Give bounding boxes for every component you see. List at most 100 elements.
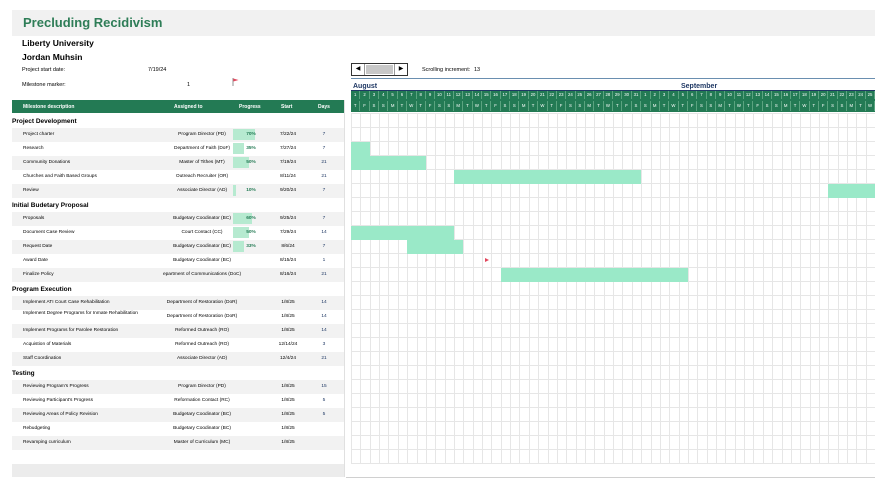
day-letter: S	[838, 101, 848, 111]
grid-column-line	[444, 113, 446, 463]
grid-column-line	[547, 113, 549, 463]
milestone-description[interactable]: Rebudgeting	[23, 426, 50, 432]
milestone-description[interactable]: Award Date	[23, 258, 48, 264]
start-date[interactable]: 8/6/24	[273, 244, 303, 250]
timeline-scrollbar[interactable]: ◀ ▶	[351, 63, 408, 76]
duration-days[interactable]: 21	[314, 160, 334, 166]
start-date[interactable]: 1/8/25	[273, 398, 303, 404]
assigned-to[interactable]: Reformed Outreach (RO)	[142, 342, 262, 348]
start-date[interactable]: 7/22/24	[273, 132, 303, 138]
progress-value[interactable]: 33%	[237, 244, 265, 250]
day-letter: F	[622, 101, 632, 111]
duration-days[interactable]: 14	[314, 328, 334, 334]
start-date[interactable]: 12/14/24	[273, 342, 303, 348]
duration-days[interactable]: 3	[314, 342, 334, 348]
assigned-to[interactable]: Department of Restoration (DoR)	[142, 314, 262, 320]
milestone-description[interactable]: Request Date	[23, 244, 52, 250]
start-date[interactable]: 7/29/24	[273, 230, 303, 236]
day-number: 3	[660, 91, 670, 99]
duration-days[interactable]: 15	[314, 384, 334, 390]
grid-column-line	[781, 113, 783, 463]
day-number: 22	[838, 91, 848, 99]
assigned-to[interactable]: Associate Director (AD)	[142, 356, 262, 362]
milestone-description[interactable]: Reviewing Participant's Progress	[23, 398, 93, 404]
assigned-to[interactable]: Reformed Outreach (RO)	[142, 328, 262, 334]
scrolling-increment-value[interactable]: 13	[474, 67, 480, 73]
duration-days[interactable]: 21	[314, 272, 334, 278]
page-title: Precluding Recidivism	[23, 15, 163, 30]
start-date[interactable]: 8/16/24	[273, 272, 303, 278]
start-date[interactable]: 7/19/24	[273, 160, 303, 166]
milestone-description[interactable]: Staff Coordination	[23, 356, 61, 362]
milestone-description[interactable]: Acquistion of Materials	[23, 342, 71, 348]
start-date[interactable]: 8/11/24	[273, 174, 303, 180]
milestone-description[interactable]: Research	[23, 146, 44, 152]
milestone-description[interactable]: Review	[23, 188, 39, 194]
milestone-description[interactable]: Proposals	[23, 216, 44, 222]
progress-value[interactable]: 70%	[237, 132, 265, 138]
milestone-description[interactable]: Implement Degree Programs for Inmate Reh…	[23, 311, 138, 317]
duration-days[interactable]: 7	[314, 216, 334, 222]
duration-days[interactable]: 14	[314, 314, 334, 320]
duration-days[interactable]: 5	[314, 412, 334, 418]
progress-value[interactable]: 60%	[237, 216, 265, 222]
start-date[interactable]: 1/8/25	[273, 384, 303, 390]
progress-value[interactable]: 50%	[237, 230, 265, 236]
duration-days[interactable]: 14	[314, 300, 334, 306]
start-date[interactable]: 1/8/25	[273, 426, 303, 432]
duration-days[interactable]: 1	[314, 258, 334, 264]
day-number: 12	[454, 91, 464, 99]
duration-days[interactable]: 7	[314, 132, 334, 138]
scrolling-increment-label: Scrolling increment:	[422, 67, 471, 73]
day-letter: M	[651, 101, 660, 111]
duration-days[interactable]: 21	[314, 356, 334, 362]
duration-days[interactable]: 21	[314, 174, 334, 180]
organization-name: Liberty University	[22, 38, 94, 48]
milestone-description[interactable]: Revamping curriculum	[23, 440, 71, 446]
start-date[interactable]: 9/25/24	[273, 216, 303, 222]
assigned-to[interactable]: Budgetary Coodinator (BC)	[142, 426, 262, 432]
start-date[interactable]: 9/20/24	[273, 188, 303, 194]
start-date[interactable]: 1/8/25	[273, 300, 303, 306]
progress-value[interactable]: 50%	[237, 160, 265, 166]
milestone-description[interactable]: Document Case Review	[23, 230, 74, 236]
progress-value[interactable]: 10%	[237, 188, 265, 194]
scroll-thumb[interactable]	[366, 65, 393, 74]
duration-days[interactable]: 5	[314, 398, 334, 404]
milestone-description[interactable]: Implement Programs for Parolee Restorati…	[23, 328, 118, 334]
milestone-marker-value[interactable]: 1	[187, 82, 190, 88]
milestone-description[interactable]: Reviewing Program's Progress	[23, 384, 89, 390]
duration-days[interactable]: 14	[314, 230, 334, 236]
assigned-to[interactable]: Budgetary Coodinator (BC)	[142, 258, 262, 264]
milestone-description[interactable]: Churches and Faith Based Groups	[23, 174, 97, 180]
start-date[interactable]: 1/8/25	[273, 328, 303, 334]
assigned-to[interactable]: Department of Restoration (DoR)	[142, 300, 262, 306]
assigned-to[interactable]: Program Director (PD)	[142, 384, 262, 390]
milestone-description[interactable]: Finalize Policy	[23, 272, 54, 278]
assigned-to[interactable]: Budgetary Coodinator (BC)	[142, 412, 262, 418]
milestone-description[interactable]: Community Donations	[23, 160, 70, 166]
duration-days[interactable]: 7	[314, 146, 334, 152]
start-date-value[interactable]: 7/19/24	[148, 67, 166, 73]
assigned-to[interactable]: Reformation Contact (RC)	[142, 398, 262, 404]
start-date[interactable]: 12/4/24	[273, 356, 303, 362]
start-date[interactable]: 1/8/25	[273, 412, 303, 418]
duration-days[interactable]: 7	[314, 244, 334, 250]
assigned-to[interactable]: epartment of Communications (DoC)	[142, 272, 262, 278]
scroll-left-button[interactable]: ◀	[352, 64, 365, 75]
start-date[interactable]: 1/8/25	[273, 440, 303, 446]
start-date[interactable]: 8/15/24	[273, 258, 303, 264]
assigned-to[interactable]: Outreach Recruiter (OR)	[142, 174, 262, 180]
day-number: 14	[763, 91, 773, 99]
start-date[interactable]: 1/8/25	[273, 314, 303, 320]
day-letter: S	[435, 101, 445, 111]
scroll-right-button[interactable]: ▶	[394, 64, 407, 75]
milestone-description[interactable]: Implement ATI Court Case Rehabilitation	[23, 300, 110, 306]
start-date[interactable]: 7/27/24	[273, 146, 303, 152]
grid-row-line	[351, 141, 875, 142]
milestone-description[interactable]: Reviewing Areas of Policy Revision	[23, 412, 98, 418]
milestone-description[interactable]: Project charter	[23, 132, 54, 138]
assigned-to[interactable]: Master of Curriculum (MC)	[142, 440, 262, 446]
duration-days[interactable]: 7	[314, 188, 334, 194]
progress-value[interactable]: 35%	[237, 146, 265, 152]
